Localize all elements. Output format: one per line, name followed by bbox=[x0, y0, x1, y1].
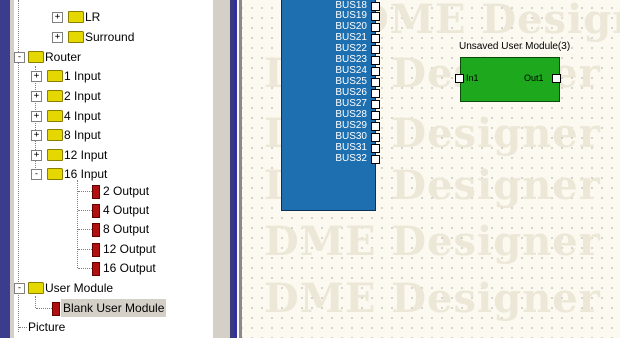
bus-label: BUS22 bbox=[335, 43, 367, 54]
module-output-label: Out1 bbox=[524, 73, 544, 83]
bus-output-port[interactable] bbox=[371, 111, 380, 120]
expand-icon[interactable]: + bbox=[52, 12, 63, 23]
bus-output-port[interactable] bbox=[371, 78, 380, 87]
canvas-left-border bbox=[234, 0, 237, 338]
tree-guide-line bbox=[35, 296, 36, 308]
collapse-icon[interactable]: - bbox=[14, 52, 25, 63]
module-icon bbox=[52, 302, 60, 316]
tree-item-label: LR bbox=[85, 10, 101, 24]
module-icon bbox=[92, 223, 100, 237]
bus-label: BUS32 bbox=[335, 153, 367, 164]
folder-icon bbox=[47, 70, 63, 82]
bus-output-port[interactable] bbox=[371, 12, 380, 21]
bus-output-port[interactable] bbox=[371, 122, 380, 131]
expand-icon[interactable]: + bbox=[52, 32, 63, 43]
expand-icon[interactable]: + bbox=[31, 91, 42, 102]
tree-guide-line bbox=[18, 292, 19, 332]
module-output-pin[interactable] bbox=[552, 74, 561, 83]
tree-guide-line bbox=[77, 180, 78, 268]
bus-output-port[interactable] bbox=[371, 155, 380, 164]
user-module-title: Unsaved User Module(3) bbox=[459, 41, 571, 52]
tree-item-label: 8 Input bbox=[64, 128, 101, 142]
splitter-gap bbox=[219, 0, 230, 338]
bus-label: BUS27 bbox=[335, 98, 367, 109]
tree-item-label: Router bbox=[45, 50, 82, 64]
bus-output-port[interactable] bbox=[371, 56, 380, 65]
tree-item-label: Picture bbox=[28, 320, 66, 334]
bus-output-port[interactable] bbox=[371, 100, 380, 109]
tree-item-label: 16 Input bbox=[64, 167, 108, 181]
design-canvas[interactable]: DME Designer DME Designer DME Designer D… bbox=[234, 0, 620, 338]
tree-item-label: 4 Output bbox=[103, 203, 150, 217]
folder-icon bbox=[28, 51, 44, 63]
tree-item-label: 8 Output bbox=[103, 222, 150, 236]
tree-connector bbox=[78, 229, 92, 230]
expand-icon[interactable]: + bbox=[31, 150, 42, 161]
tree-item-label: Surround bbox=[85, 30, 135, 44]
collapse-icon[interactable]: - bbox=[31, 169, 42, 180]
tree-guide-line bbox=[18, 0, 19, 292]
tree-item-label: 16 Output bbox=[103, 261, 156, 275]
tree-connector bbox=[78, 268, 92, 269]
bus-output-port[interactable] bbox=[371, 144, 380, 153]
bus-output-port[interactable] bbox=[371, 34, 380, 43]
tree-item-label: 12 Output bbox=[103, 242, 156, 256]
bus-label: BUS31 bbox=[335, 142, 367, 153]
tree-item-label: User Module bbox=[45, 281, 114, 295]
canvas-left-shadow bbox=[239, 0, 242, 338]
left-frame-bar bbox=[0, 0, 10, 338]
bus-label: BUS26 bbox=[335, 87, 367, 98]
watermark: DME Designer bbox=[264, 218, 601, 265]
bus-output-port[interactable] bbox=[371, 89, 380, 98]
collapse-icon[interactable]: - bbox=[14, 283, 25, 294]
bus-label: BUS29 bbox=[335, 120, 367, 131]
expand-icon[interactable]: + bbox=[31, 130, 42, 141]
tree-item-label: 2 Input bbox=[64, 89, 101, 103]
bus-label: BUS23 bbox=[335, 54, 367, 65]
module-icon bbox=[92, 262, 100, 276]
folder-icon bbox=[47, 129, 63, 141]
tree-item-label: 12 Input bbox=[64, 148, 108, 162]
tree-connector bbox=[19, 327, 27, 328]
module-icon bbox=[92, 204, 100, 218]
module-input-label: In1 bbox=[466, 73, 479, 83]
tree-connector bbox=[78, 191, 92, 192]
tree-item-label: 2 Output bbox=[103, 184, 150, 198]
bus-output-port[interactable] bbox=[371, 133, 380, 142]
expand-icon[interactable]: + bbox=[31, 111, 42, 122]
tree-item-label: 4 Input bbox=[64, 109, 101, 123]
component-tree[interactable]: + LR + Surround - Router + 1 Input + 2 I… bbox=[14, 0, 212, 338]
bus-label: BUS19 bbox=[335, 10, 367, 21]
bus-label: BUS21 bbox=[335, 32, 367, 43]
bus-label: BUS20 bbox=[335, 21, 367, 32]
folder-icon bbox=[28, 282, 44, 294]
folder-icon bbox=[47, 90, 63, 102]
module-icon bbox=[92, 243, 100, 257]
folder-icon bbox=[47, 168, 63, 180]
bus-output-port[interactable] bbox=[371, 67, 380, 76]
tree-connector bbox=[78, 210, 92, 211]
bus-label: BUS24 bbox=[335, 65, 367, 76]
bus-output-port[interactable] bbox=[371, 45, 380, 54]
tree-guide-line bbox=[35, 66, 36, 180]
bus-label: BUS28 bbox=[335, 109, 367, 120]
watermark: DME Designer bbox=[264, 275, 601, 322]
folder-icon bbox=[47, 110, 63, 122]
watermark: DME Designer bbox=[354, 0, 620, 43]
bus-output-port[interactable] bbox=[371, 23, 380, 32]
module-input-pin[interactable] bbox=[455, 74, 464, 83]
tree-item-label: 1 Input bbox=[64, 69, 101, 83]
tree-connector bbox=[36, 308, 52, 309]
expand-icon[interactable]: + bbox=[31, 71, 42, 82]
module-icon bbox=[92, 185, 100, 199]
bus-label: BUS30 bbox=[335, 131, 367, 142]
bus-label: BUS25 bbox=[335, 76, 367, 87]
tree-connector bbox=[78, 249, 92, 250]
bus-output-port[interactable] bbox=[371, 2, 380, 11]
folder-icon bbox=[47, 149, 63, 161]
folder-icon bbox=[68, 11, 84, 23]
tree-item-label: Blank User Module bbox=[61, 299, 167, 317]
folder-icon bbox=[68, 31, 84, 43]
